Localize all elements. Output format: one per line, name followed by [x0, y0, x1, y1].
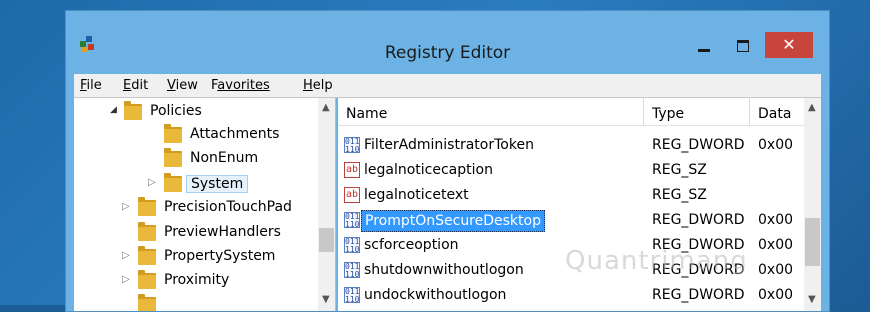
dword-icon: 011 110 — [344, 237, 360, 254]
value-type: REG_SZ — [652, 187, 707, 203]
values-scrollbar[interactable]: ▲ ▼ — [804, 98, 821, 311]
value-row[interactable]: 011 110 FilterAdministratorToken REG_DWO… — [338, 134, 804, 158]
folder-icon — [138, 294, 156, 311]
value-name: legalnoticecaption — [364, 162, 493, 178]
value-name: scforceoption — [364, 237, 459, 253]
close-button[interactable]: ✕ — [765, 32, 813, 58]
dword-icon: 011 110 — [344, 212, 360, 229]
values-pane[interactable]: Name Type Data 011 110 FilterAdministrat… — [338, 98, 821, 311]
expand-arrow-icon[interactable]: ▷ — [122, 201, 130, 212]
folder-icon — [138, 246, 156, 265]
value-data: 0x00 — [758, 137, 794, 153]
value-row[interactable]: 011 110 undockwithoutlogon REG_DWORD 0x0… — [338, 284, 804, 308]
tree-item-label: Policies — [150, 103, 202, 119]
scroll-up-icon[interactable]: ▲ — [322, 102, 330, 113]
folder-icon — [164, 124, 182, 143]
tree-item-label: PreviewHandlers — [164, 224, 281, 240]
scroll-up-icon[interactable]: ▲ — [808, 102, 816, 113]
menu-help[interactable]: Help — [303, 78, 333, 93]
tree-item-label: Proximity — [164, 272, 230, 288]
menu-edit-accel: E — [123, 78, 132, 93]
value-type: REG_DWORD — [652, 137, 745, 153]
expand-arrow-icon[interactable]: ▷ — [122, 274, 130, 285]
menu-view[interactable]: View — [167, 78, 198, 93]
value-row[interactable]: ab legalnoticecaption REG_SZ — [338, 159, 804, 183]
value-data: 0x00 — [758, 262, 794, 278]
value-row-selected[interactable]: 011 110 PromptOnSecureDesktop REG_DWORD … — [338, 209, 804, 233]
value-type: REG_SZ — [652, 162, 707, 178]
folder-icon — [138, 197, 156, 216]
menu-file-label: ile — [86, 78, 102, 93]
tree-item-label: NonEnum — [190, 150, 259, 166]
menu-view-accel: V — [167, 78, 176, 93]
maximize-button[interactable] — [730, 37, 756, 57]
value-type: REG_DWORD — [652, 212, 745, 228]
value-data: 0x00 — [758, 212, 794, 228]
value-type: REG_DWORD — [652, 287, 745, 303]
folder-icon — [164, 173, 182, 192]
menu-edit-label: dit — [131, 78, 149, 93]
expand-arrow-icon[interactable]: ▷ — [122, 250, 130, 261]
column-header-data[interactable]: Data — [750, 98, 804, 126]
menu-bar: File Edit View Favorites Help — [74, 74, 821, 98]
value-name: legalnoticetext — [364, 187, 469, 203]
value-data: 0x00 — [758, 287, 794, 303]
dword-icon: 011 110 — [344, 262, 360, 279]
folder-icon — [138, 270, 156, 289]
value-data: 0x00 — [758, 237, 794, 253]
collapse-arrow-icon[interactable]: ◢ — [110, 105, 117, 115]
menu-favorites-label: avorites — [217, 78, 270, 93]
tree-item-label-selected: System — [186, 175, 249, 193]
folder-open-icon — [124, 101, 142, 120]
menu-file[interactable]: File — [80, 78, 102, 93]
column-header-data-label: Data — [758, 106, 792, 122]
key-tree-pane[interactable]: ◢ Policies Attachments NonEnum ▷ System … — [74, 98, 336, 311]
tree-scrollbar[interactable]: ▲ ▼ — [318, 98, 335, 311]
menu-view-label: iew — [175, 78, 198, 93]
menu-help-accel: H — [303, 78, 313, 93]
menu-favorites[interactable]: Favorites — [211, 78, 270, 93]
tree-scroll-thumb[interactable] — [319, 228, 334, 252]
tree-item-label: PrecisionTouchPad — [164, 199, 292, 215]
tree-item-label: PropertySystem — [164, 248, 276, 264]
value-name: shutdownwithoutlogon — [364, 262, 524, 278]
value-name: undockwithoutlogon — [364, 287, 507, 303]
dword-icon: 011 110 — [344, 287, 360, 304]
folder-icon — [138, 222, 156, 241]
value-name: PromptOnSecureDesktop — [361, 210, 545, 232]
values-scroll-thumb[interactable] — [805, 218, 820, 266]
expand-arrow-icon[interactable]: ▷ — [148, 177, 156, 188]
column-header-type[interactable]: Type — [644, 98, 750, 126]
dword-icon: 011 110 — [344, 137, 360, 154]
column-header-name[interactable]: Name — [338, 98, 644, 126]
folder-icon — [164, 148, 182, 167]
column-header-name-label: Name — [346, 106, 388, 122]
tree-item-label: Attachments — [190, 126, 280, 142]
watermark: Quantrimang — [565, 246, 748, 276]
value-row[interactable]: ab legalnoticetext REG_SZ — [338, 184, 804, 208]
value-name: FilterAdministratorToken — [364, 137, 534, 153]
title-bar[interactable]: Registry Editor ✕ — [66, 11, 829, 74]
scroll-down-icon[interactable]: ▼ — [322, 294, 330, 305]
scroll-down-icon[interactable]: ▼ — [808, 294, 816, 305]
menu-edit[interactable]: Edit — [123, 78, 148, 93]
minimize-button[interactable] — [691, 37, 717, 57]
menu-help-label: elp — [312, 78, 333, 93]
column-header-type-label: Type — [652, 106, 685, 122]
string-icon: ab — [344, 187, 360, 203]
string-icon: ab — [344, 162, 360, 178]
